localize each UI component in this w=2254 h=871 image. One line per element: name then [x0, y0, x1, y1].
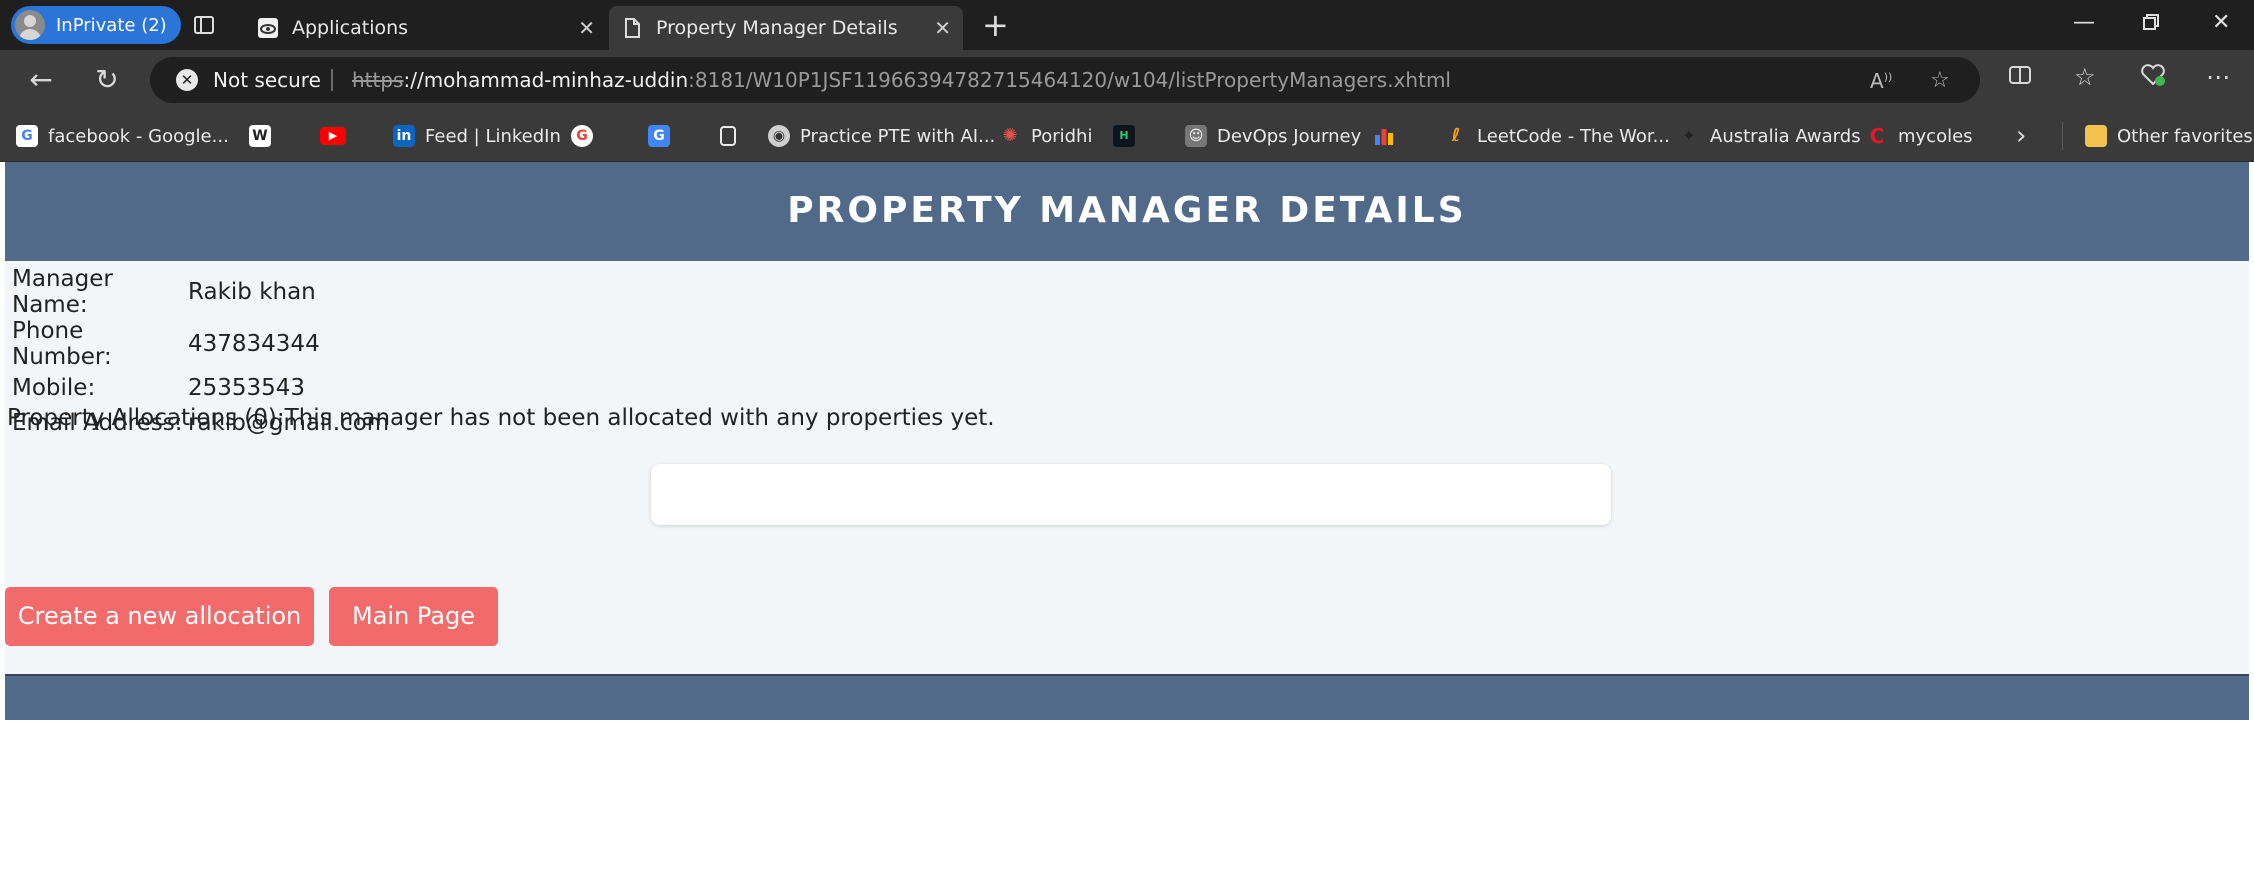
- tab-actions-icon[interactable]: [193, 14, 215, 36]
- url-text[interactable]: https://mohammad-minhaz-uddin:8181/W10P1…: [352, 68, 1451, 92]
- more-bookmarks-icon[interactable]: ›: [2016, 121, 2026, 151]
- favorites-icon[interactable]: ☆: [2074, 63, 2096, 91]
- detail-row-phone: Phone Number: 437834344: [10, 318, 391, 370]
- divider: [2062, 122, 2063, 150]
- tab-property-manager-details[interactable]: Property Manager Details ✕: [609, 6, 963, 50]
- bookmark-hackerrank[interactable]: H: [1113, 123, 1145, 149]
- bookmark-label: Practice PTE with AI...: [800, 125, 996, 147]
- favorite-star-icon[interactable]: ☆: [1930, 68, 1950, 93]
- bookmark-pte[interactable]: ◉ Practice PTE with AI...: [768, 123, 995, 149]
- security-label[interactable]: Not secure: [213, 68, 321, 92]
- page-footer: [5, 674, 2249, 720]
- folder-icon: [2085, 125, 2107, 147]
- detail-value: 25353543: [188, 374, 306, 401]
- bookmark-australia-awards[interactable]: ✦ Australia Awards: [1678, 123, 1861, 149]
- detail-label: Manager Name:: [12, 266, 113, 318]
- bookmarks-bar: G facebook - Google... W ▶ in Feed | Lin…: [0, 110, 2254, 162]
- other-favorites[interactable]: Other favorites: [2085, 123, 2253, 149]
- detail-label: Phone Number:: [12, 318, 112, 370]
- tab-applications[interactable]: Applications ✕: [245, 6, 607, 50]
- wikipedia-icon: W: [249, 125, 271, 147]
- tab-title: Property Manager Details: [656, 17, 898, 39]
- google-icon: G: [16, 125, 38, 147]
- bookmark-chart[interactable]: [1373, 123, 1405, 149]
- detail-row-name: Manager Name: Rakib khan: [10, 266, 391, 318]
- bookmark-wikipedia[interactable]: W: [249, 123, 281, 149]
- document-icon: [720, 126, 736, 146]
- linkedin-icon: in: [393, 125, 415, 147]
- bookmark-label: DevOps Journey: [1217, 125, 1362, 147]
- url-scheme: https: [352, 68, 404, 92]
- detail-row-mobile: Mobile: 25353543: [10, 370, 391, 405]
- url-path: :8181/W10P1JSF11966394782715464120/w104/…: [688, 68, 1451, 92]
- bookmark-facebook[interactable]: G facebook - Google...: [16, 123, 229, 149]
- browser-essentials-icon[interactable]: [2140, 63, 2166, 93]
- allocations-message: Property Allocations (0):This manager ha…: [7, 405, 995, 431]
- bookmark-label: facebook - Google...: [48, 125, 229, 147]
- google-icon: G: [571, 125, 593, 147]
- leetcode-icon: ℓ: [1451, 125, 1461, 146]
- devops-icon: ☺: [1185, 125, 1207, 147]
- bookmark-label: mycoles: [1898, 125, 1973, 147]
- detail-label: Mobile:: [12, 374, 96, 401]
- youtube-icon: ▶: [320, 127, 346, 145]
- page-blank-area: [5, 720, 2249, 871]
- navigation-bar: ← ↻ ✕ Not secure https://mohammad-minhaz…: [0, 50, 2254, 110]
- page-title: PROPERTY MANAGER DETAILS: [787, 190, 1467, 231]
- detail-value: 437834344: [188, 331, 320, 357]
- close-tab-icon[interactable]: ✕: [934, 16, 951, 40]
- settings-more-icon[interactable]: ⋯: [2206, 63, 2230, 91]
- bookmark-label: LeetCode - The Wor...: [1477, 125, 1670, 147]
- refresh-icon[interactable]: ↻: [90, 63, 124, 97]
- not-secure-icon[interactable]: ✕: [176, 69, 198, 91]
- bookmark-label: Australia Awards: [1710, 125, 1861, 147]
- pte-icon: ◉: [768, 125, 790, 147]
- hackerrank-icon: H: [1113, 125, 1135, 147]
- tab-strip: InPrivate (2) Applications ✕ Property Ma…: [0, 0, 2254, 50]
- bookmark-translate[interactable]: G: [648, 123, 680, 149]
- bookmark-youtube[interactable]: ▶: [320, 123, 356, 149]
- profile-avatar-icon: [15, 10, 45, 40]
- read-aloud-icon[interactable]: A)): [1870, 69, 1892, 93]
- minimize-icon[interactable]: —: [2073, 10, 2095, 35]
- create-allocation-button[interactable]: Create a new allocation: [5, 587, 314, 646]
- bookmark-linkedin[interactable]: in Feed | LinkedIn: [393, 123, 561, 149]
- bookmark-poridhi[interactable]: ✺ Poridhi: [999, 123, 1092, 149]
- coles-icon: C: [1869, 124, 1885, 148]
- page-favicon-icon: [621, 17, 643, 39]
- page-viewport: PROPERTY MANAGER DETAILS Manager Name: R…: [5, 162, 2249, 871]
- bookmark-label: Feed | LinkedIn: [425, 125, 561, 147]
- bookmark-label: Poridhi: [1031, 125, 1093, 147]
- poridhi-icon: ✺: [1002, 125, 1018, 146]
- url-host: ://mohammad-minhaz-uddin: [403, 68, 689, 92]
- page-header: PROPERTY MANAGER DETAILS: [5, 162, 2249, 261]
- bookmark-leetcode[interactable]: ℓ LeetCode - The Wor...: [1445, 123, 1670, 149]
- close-tab-icon[interactable]: ✕: [578, 16, 595, 40]
- google-translate-icon: G: [648, 125, 670, 147]
- detail-value: Rakib khan: [188, 279, 316, 305]
- inprivate-label: InPrivate (2): [56, 14, 167, 36]
- other-favorites-label: Other favorites: [2117, 125, 2253, 147]
- tab-title: Applications: [292, 17, 409, 39]
- address-bar[interactable]: ✕ Not secure https://mohammad-minhaz-udd…: [150, 57, 1980, 103]
- restore-icon[interactable]: [2142, 12, 2160, 37]
- back-icon[interactable]: ←: [24, 63, 58, 97]
- allocations-panel: [651, 464, 1611, 525]
- bookmark-page[interactable]: [720, 123, 746, 149]
- australia-awards-icon: ✦: [1682, 126, 1696, 145]
- bookmark-devops[interactable]: ☺ DevOps Journey: [1185, 123, 1361, 149]
- bookmark-google[interactable]: G: [571, 123, 603, 149]
- new-tab-icon[interactable]: +: [982, 8, 1009, 42]
- applications-favicon-icon: [257, 17, 279, 39]
- inprivate-button[interactable]: InPrivate (2): [11, 6, 181, 44]
- close-window-icon[interactable]: ✕: [2212, 10, 2230, 35]
- main-page-button[interactable]: Main Page: [329, 587, 498, 646]
- bar-chart-icon: [1373, 125, 1395, 147]
- split-screen-icon[interactable]: [2008, 63, 2032, 93]
- divider: [331, 69, 333, 91]
- bookmark-mycoles[interactable]: C mycoles: [1866, 123, 1973, 149]
